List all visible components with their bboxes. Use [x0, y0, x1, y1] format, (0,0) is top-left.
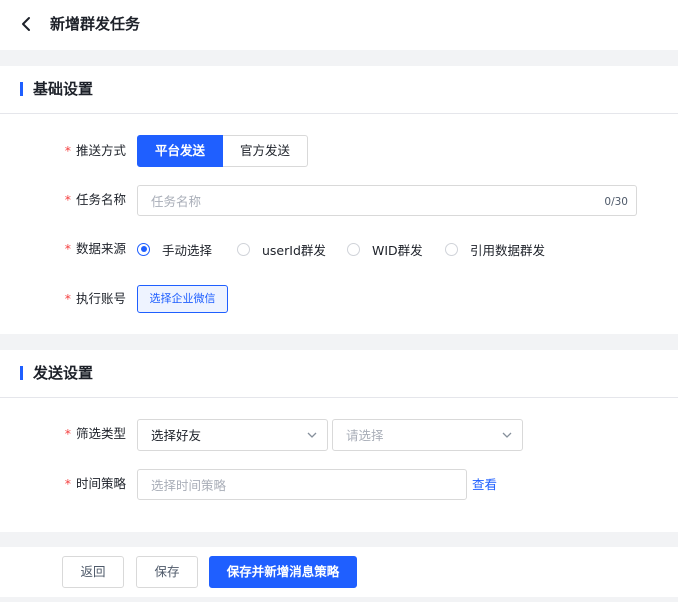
radio-label: WID群发: [372, 242, 423, 258]
radio-reference-data[interactable]: 引用数据群发: [445, 240, 545, 258]
filter-type-select[interactable]: 选择好友: [137, 419, 328, 451]
send-method-segmented: 平台发送 官方发送: [137, 135, 308, 167]
section-title: 基础设置: [33, 80, 94, 98]
time-strategy-label: * 时间策略: [0, 475, 126, 493]
send-settings-card: 发送设置 * 筛选类型 选择好友 请选择 * 时间策略 选择时间策略 查看: [0, 350, 678, 532]
radio-label: userId群发: [262, 242, 326, 258]
data-source-label-text: 数据来源: [75, 241, 126, 256]
chevron-down-icon: [307, 432, 317, 438]
filter-type-label-text: 筛选类型: [75, 426, 126, 441]
top-bar: 新增群发任务: [0, 0, 678, 50]
section-title: 发送设置: [33, 364, 94, 382]
radio-label: 引用数据群发: [470, 242, 546, 258]
send-method-label-text: 推送方式: [75, 143, 126, 158]
time-strategy-input[interactable]: 选择时间策略: [137, 469, 467, 500]
save-button[interactable]: 保存: [136, 556, 198, 588]
radio-wid[interactable]: WID群发: [347, 240, 423, 258]
required-mark: *: [64, 143, 71, 158]
section-header: 基础设置: [0, 66, 678, 114]
section-header: 发送设置: [0, 350, 678, 398]
radio-checked-icon: [137, 242, 150, 256]
filter-type-value: 选择好友: [151, 428, 202, 443]
required-mark: *: [64, 476, 71, 491]
account-label-text: 执行账号: [75, 291, 126, 306]
platform-send-button[interactable]: 平台发送: [137, 135, 223, 167]
char-counter: 0/30: [604, 196, 628, 208]
task-name-input[interactable]: 任务名称 0/30: [137, 185, 637, 216]
basic-settings-card: 基础设置 * 推送方式 平台发送 官方发送 * 任务名称 任务名称 0/30 * 数据…: [0, 66, 678, 334]
footer-bar: 返回 保存 保存并新增消息策略: [0, 547, 678, 597]
back-button[interactable]: 返回: [62, 556, 124, 588]
task-name-label-text: 任务名称: [75, 192, 126, 207]
account-label: * 执行账号: [0, 290, 126, 308]
time-strategy-placeholder: 选择时间策略: [151, 478, 227, 493]
radio-unchecked-icon: [445, 242, 458, 256]
required-mark: *: [64, 291, 71, 306]
time-strategy-label-text: 时间策略: [75, 476, 126, 491]
section-accent-bar: [20, 366, 23, 380]
radio-manual-select[interactable]: 手动选择: [137, 240, 212, 258]
filter-type-label: * 筛选类型: [0, 425, 126, 443]
radio-label: 手动选择: [162, 242, 213, 258]
chevron-down-icon: [502, 432, 512, 438]
official-send-button[interactable]: 官方发送: [223, 135, 308, 167]
secondary-select[interactable]: 请选择: [332, 419, 523, 451]
required-mark: *: [64, 241, 71, 256]
save-and-add-strategy-button[interactable]: 保存并新增消息策略: [209, 556, 357, 588]
send-method-label: * 推送方式: [0, 142, 126, 160]
required-mark: *: [64, 426, 71, 441]
radio-userid[interactable]: userId群发: [237, 240, 326, 258]
back-arrow-icon[interactable]: [16, 12, 38, 36]
view-link[interactable]: 查看: [472, 476, 497, 494]
radio-unchecked-icon: [347, 242, 360, 256]
select-wecom-button[interactable]: 选择企业微信: [137, 285, 228, 313]
data-source-label: * 数据来源: [0, 240, 126, 258]
task-name-placeholder: 任务名称: [151, 194, 202, 209]
section-accent-bar: [20, 82, 23, 96]
secondary-select-placeholder: 请选择: [346, 428, 384, 443]
radio-unchecked-icon: [237, 242, 250, 256]
required-mark: *: [64, 192, 71, 207]
page-title: 新增群发任务: [50, 15, 141, 33]
task-name-label: * 任务名称: [0, 191, 126, 209]
